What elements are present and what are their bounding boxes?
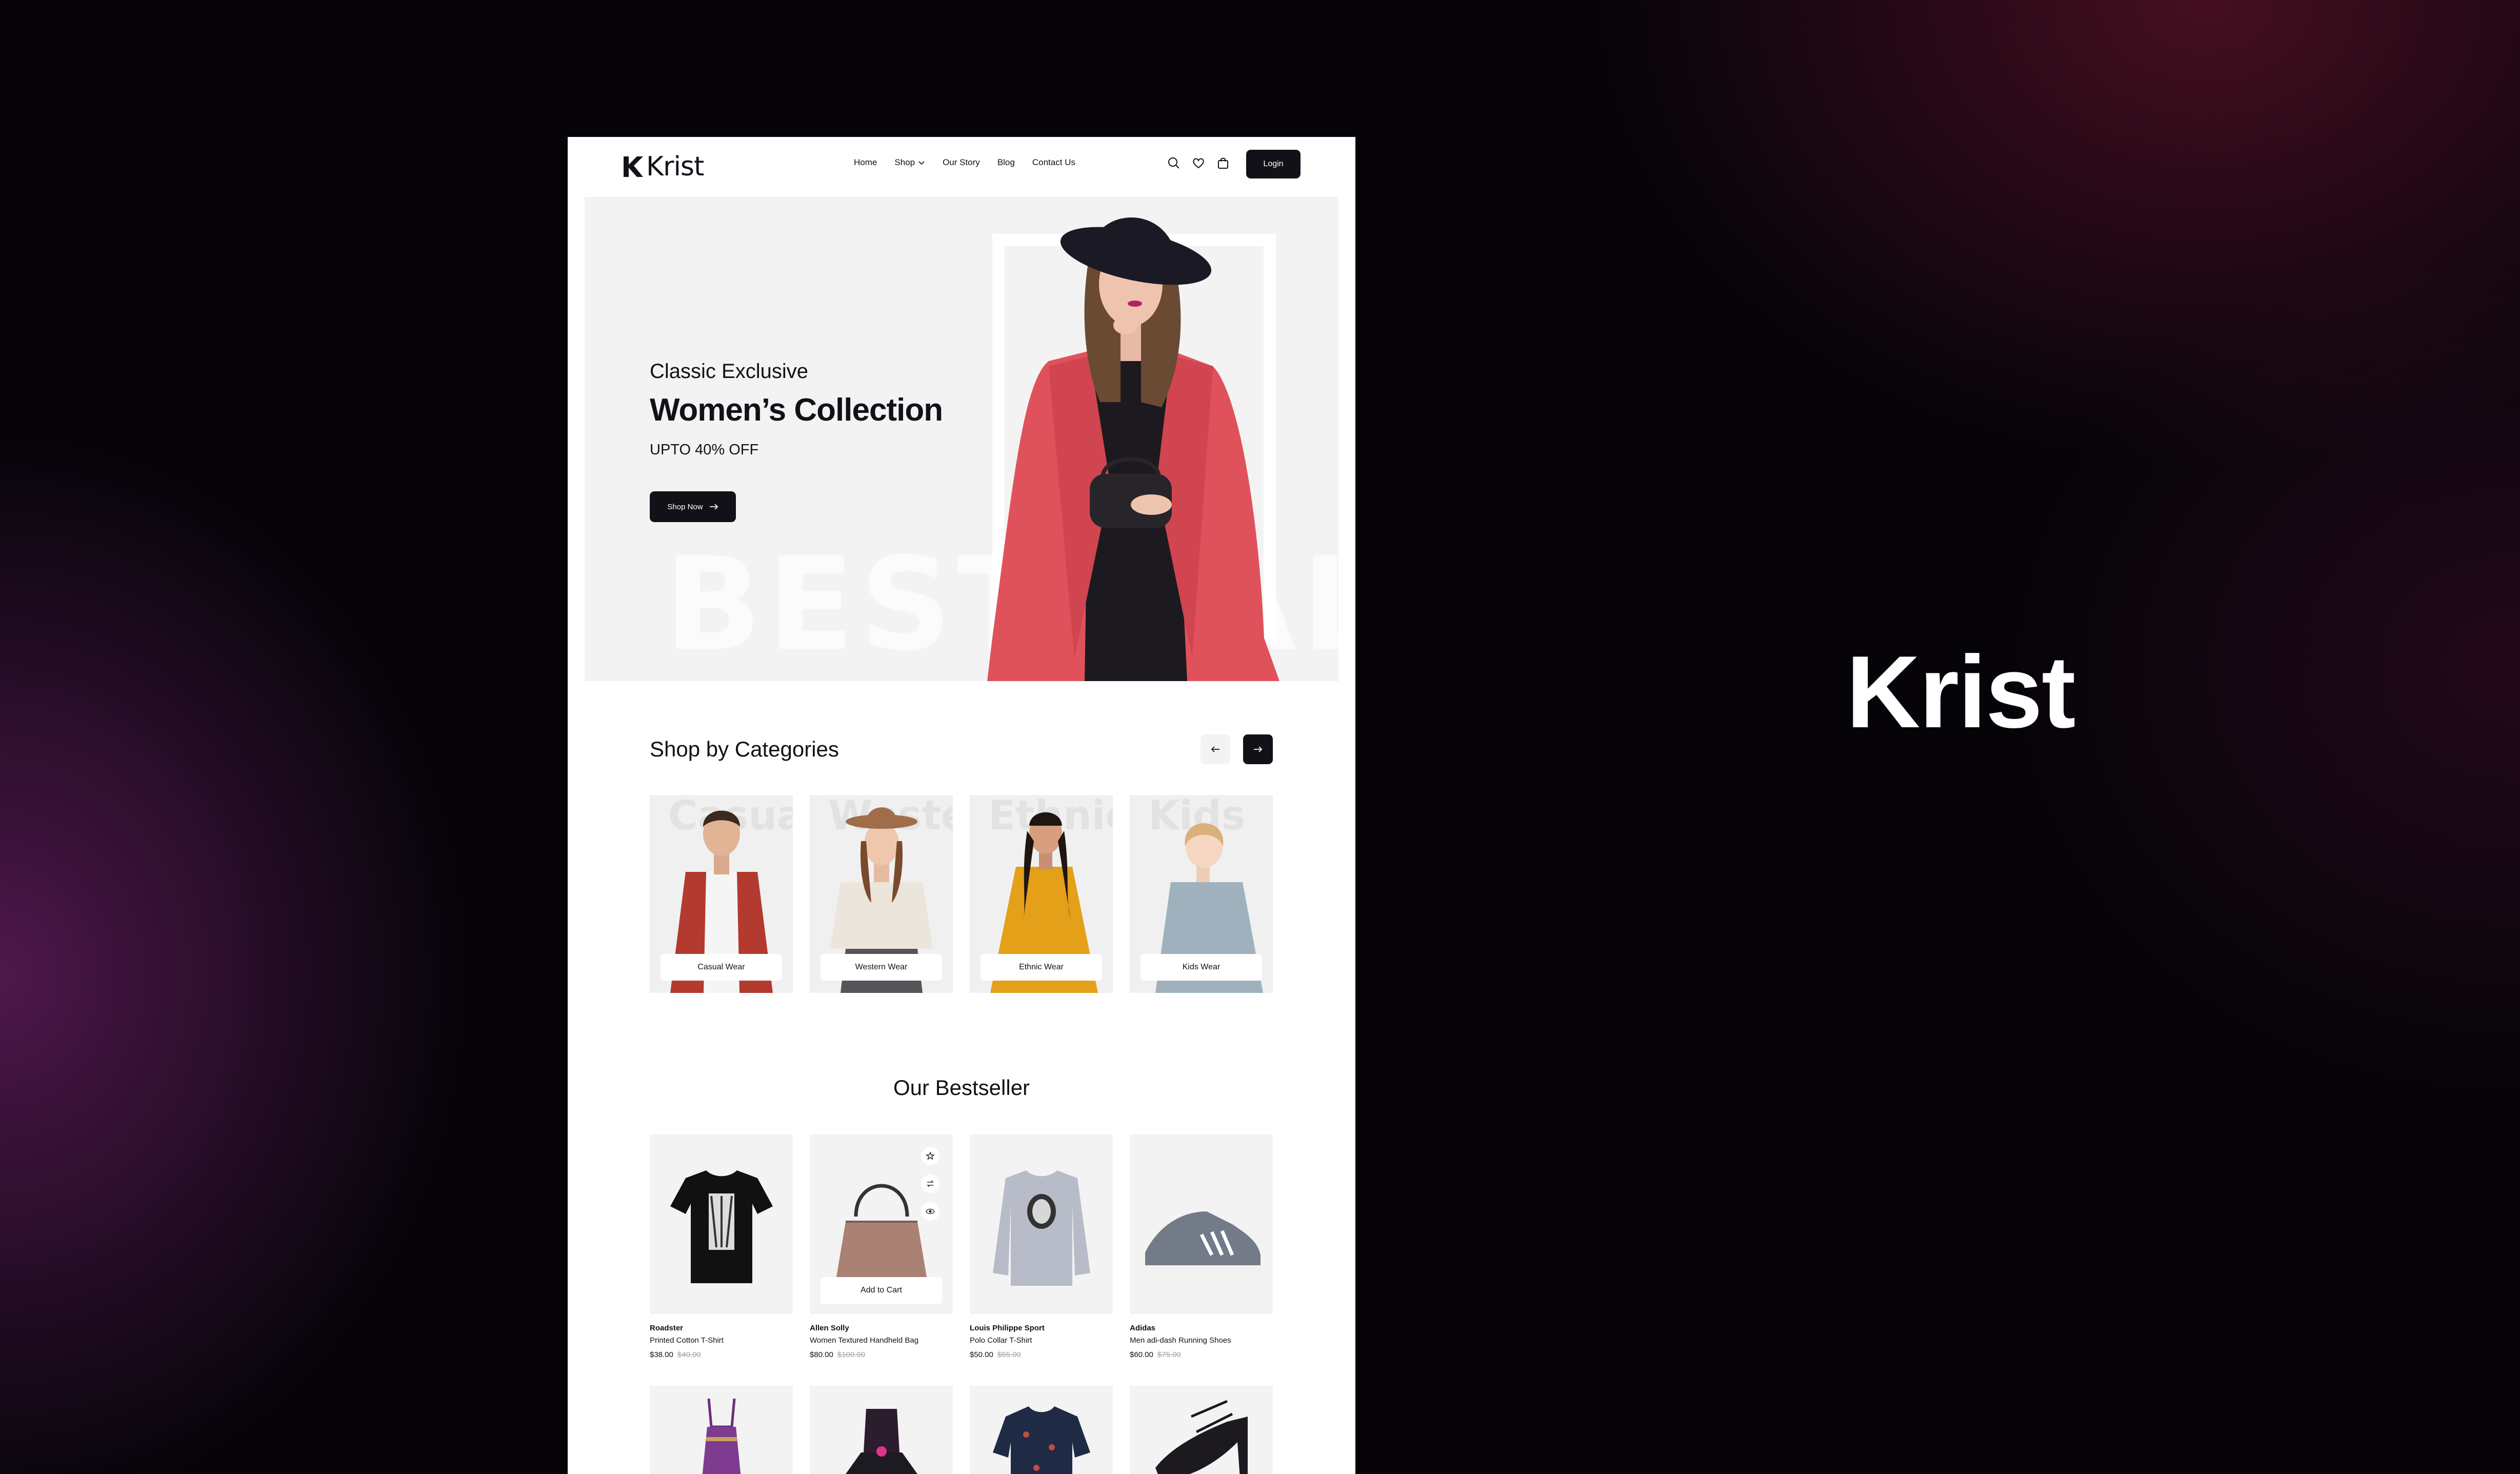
- product-image-dress: [702, 1398, 741, 1474]
- hero-eyebrow: Classic Exclusive: [650, 360, 808, 383]
- product-card[interactable]: [650, 1134, 793, 1314]
- star-icon[interactable]: [921, 1147, 939, 1165]
- product-price-row: $38.00 $40.00: [650, 1350, 793, 1359]
- product-image-heels: [1155, 1400, 1248, 1474]
- product-card[interactable]: [1130, 1134, 1273, 1314]
- heart-icon[interactable]: [1191, 156, 1206, 170]
- compare-icon[interactable]: [921, 1174, 939, 1193]
- eye-icon[interactable]: [921, 1202, 939, 1221]
- product-card[interactable]: [970, 1386, 1113, 1474]
- logo-text: Krist: [646, 151, 704, 182]
- login-button[interactable]: Login: [1246, 150, 1301, 178]
- product-old-price: $100.00: [837, 1350, 866, 1359]
- product-card[interactable]: [810, 1386, 953, 1474]
- product-brand: Allen Solly: [810, 1324, 849, 1332]
- product-name[interactable]: Polo Collar T-Shirt: [970, 1336, 1113, 1350]
- add-to-cart-button[interactable]: Add to Cart: [821, 1277, 942, 1304]
- product-card[interactable]: Add to Cart: [810, 1134, 953, 1314]
- product-old-price: $55.00: [997, 1350, 1021, 1359]
- categories-prev-button[interactable]: [1201, 734, 1230, 764]
- site-header: Krist Home Shop Our Story Blog Contact U…: [568, 137, 1355, 198]
- main-nav: Home Shop Our Story Blog Contact Us: [854, 157, 1075, 168]
- product-image-tshirt: [670, 1170, 773, 1283]
- bestseller-title: Our Bestseller: [893, 1075, 1030, 1100]
- product-price-row: $80.00 $100.00: [810, 1350, 953, 1359]
- nav-shop-label: Shop: [894, 157, 915, 167]
- logo[interactable]: Krist: [622, 151, 704, 182]
- arrow-right-icon: [1254, 746, 1263, 752]
- product-card[interactable]: [1130, 1386, 1273, 1474]
- hero-banner: BEST SALE Classic Exclusive Women’s Coll…: [585, 197, 1338, 681]
- category-card-kids[interactable]: Kids Kids Wear: [1130, 795, 1273, 993]
- category-card-casual[interactable]: Casual Casual Wear: [650, 795, 793, 993]
- product-card[interactable]: [650, 1386, 793, 1474]
- arrow-left-icon: [1211, 746, 1219, 752]
- product-old-price: $40.00: [677, 1350, 701, 1359]
- product-brand: Adidas: [1130, 1324, 1156, 1332]
- krist-logo-icon: [624, 156, 643, 177]
- categories-title: Shop by Categories: [650, 737, 839, 761]
- product-image-shoes: [1145, 1211, 1261, 1273]
- showcase-brand-title: Krist: [1846, 635, 2076, 749]
- category-label: Western Wear: [821, 954, 942, 981]
- product-price-row: $60.00 $75.00: [1130, 1350, 1273, 1359]
- categories-next-button[interactable]: [1243, 734, 1273, 764]
- nav-our-story[interactable]: Our Story: [943, 157, 980, 168]
- product-name[interactable]: Men adi-dash Running Shoes: [1130, 1336, 1273, 1350]
- product-name[interactable]: Printed Cotton T-Shirt: [650, 1336, 793, 1350]
- search-icon[interactable]: [1167, 156, 1181, 170]
- product-info: Allen Solly Women Textured Handheld Bag …: [810, 1324, 953, 1359]
- category-card-western[interactable]: Western Western Wear: [810, 795, 953, 993]
- nav-home[interactable]: Home: [854, 157, 877, 168]
- category-label: Casual Wear: [661, 954, 782, 981]
- product-image-shirt: [993, 1406, 1090, 1474]
- category-label: Ethnic Wear: [981, 954, 1102, 981]
- product-quick-actions: [921, 1147, 939, 1221]
- header-actions: [1167, 156, 1230, 170]
- product-old-price: $75.00: [1157, 1350, 1181, 1359]
- website-page: Krist Home Shop Our Story Blog Contact U…: [568, 137, 1355, 1474]
- category-label: Kids Wear: [1141, 954, 1262, 981]
- product-info: Adidas Men adi-dash Running Shoes $60.00…: [1130, 1324, 1273, 1359]
- product-image-polo: [993, 1170, 1090, 1286]
- product-price: $50.00: [970, 1350, 993, 1359]
- product-info: Roadster Printed Cotton T-Shirt $38.00 $4…: [650, 1324, 793, 1359]
- product-name[interactable]: Women Textured Handheld Bag: [810, 1336, 953, 1350]
- product-brand: Roadster: [650, 1324, 684, 1332]
- product-price-row: $50.00 $55.00: [970, 1350, 1113, 1359]
- product-price: $60.00: [1130, 1350, 1153, 1359]
- chevron-down-icon: [918, 161, 925, 165]
- hero-model-image: [987, 217, 1279, 681]
- bag-icon[interactable]: [1216, 156, 1230, 170]
- product-info: Louis Philippe Sport Polo Collar T-Shirt…: [970, 1324, 1113, 1359]
- product-price: $80.00: [810, 1350, 833, 1359]
- product-card[interactable]: [970, 1134, 1113, 1314]
- arrow-right-icon: [709, 504, 718, 510]
- nav-shop[interactable]: Shop: [894, 157, 925, 168]
- hero-offer: UPTO 40% OFF: [650, 442, 759, 458]
- shop-now-button[interactable]: Shop Now: [650, 491, 736, 522]
- shop-now-label: Shop Now: [667, 502, 703, 511]
- hero-title: Women’s Collection: [650, 392, 943, 428]
- nav-contact-us[interactable]: Contact Us: [1032, 157, 1075, 168]
- category-card-ethnic[interactable]: Ethnic Ethnic Wear: [970, 795, 1113, 993]
- product-price: $38.00: [650, 1350, 673, 1359]
- product-image-kids-dress: [846, 1409, 917, 1474]
- product-brand: Louis Philippe Sport: [970, 1324, 1045, 1332]
- nav-blog[interactable]: Blog: [997, 157, 1015, 168]
